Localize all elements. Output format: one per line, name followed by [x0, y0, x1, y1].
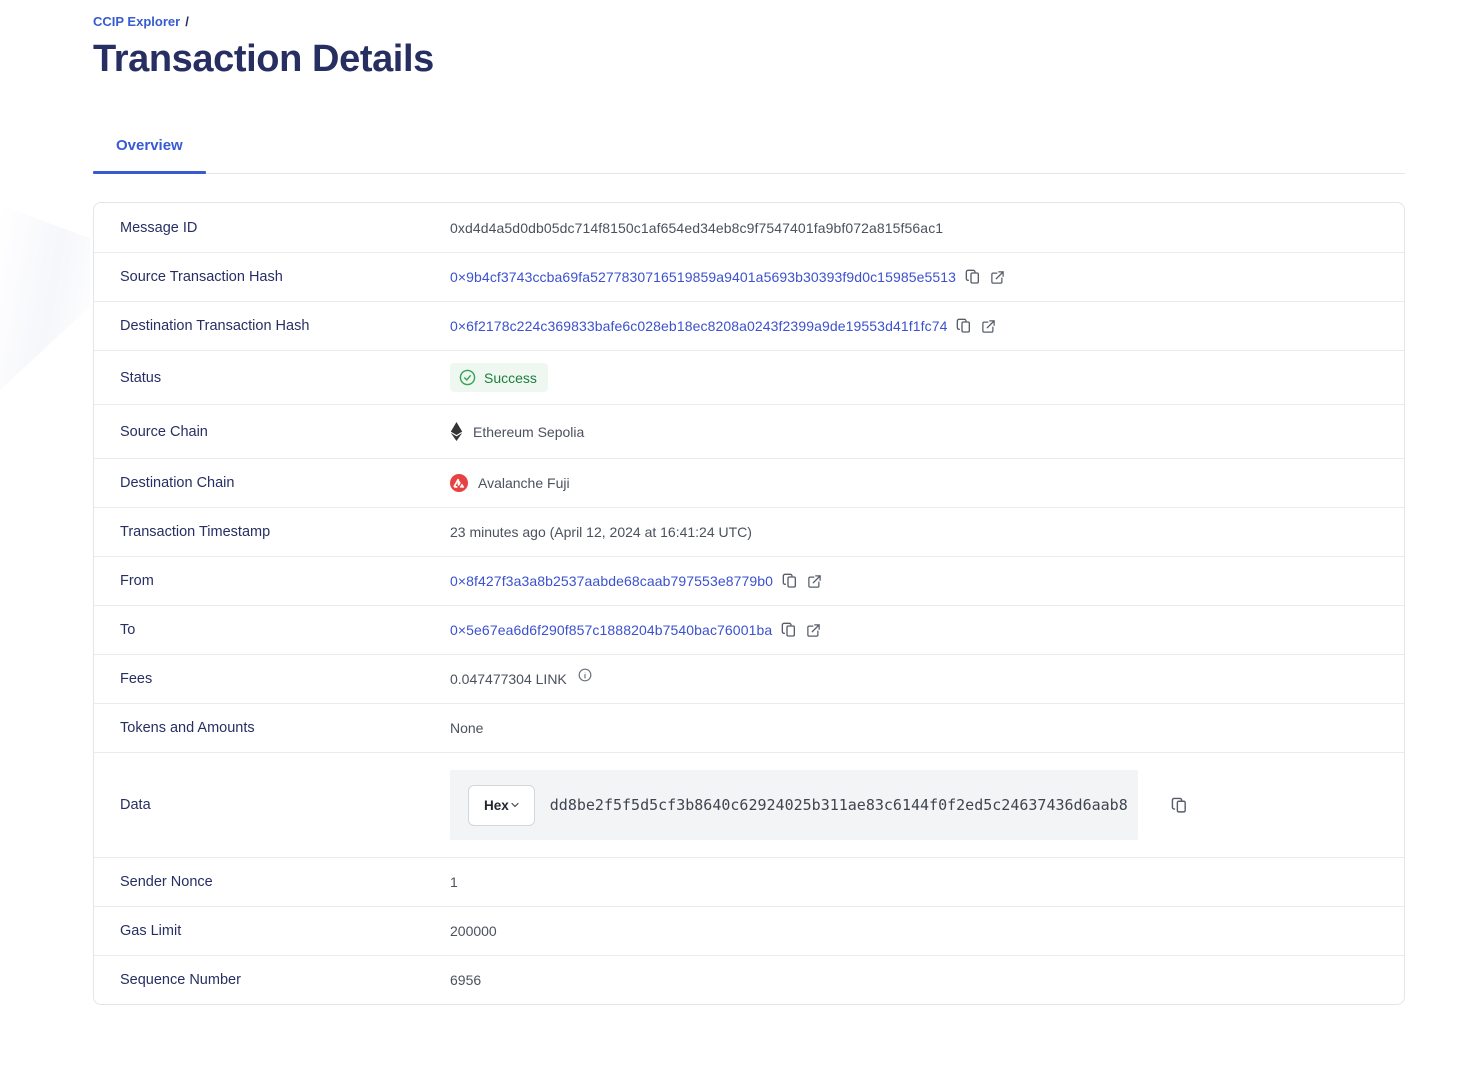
- active-tab-indicator: [93, 171, 206, 174]
- row-message-id: Message ID 0xd4d4a5d0db05dc714f8150c1af6…: [94, 203, 1404, 252]
- external-link-icon[interactable]: [990, 270, 1005, 285]
- sender-nonce-value: 1: [450, 874, 458, 890]
- row-label: Message ID: [120, 220, 450, 236]
- tokens-value: None: [450, 720, 483, 736]
- status-badge-label: Success: [484, 370, 537, 386]
- gas-limit-value: 200000: [450, 923, 497, 939]
- data-hex-box: Hex dd8be2f5f5d5cf3b8640c62924025b311ae8…: [450, 770, 1138, 840]
- timestamp-value: 23 minutes ago (April 12, 2024 at 16:41:…: [450, 524, 752, 540]
- message-id-value: 0xd4d4a5d0db05dc714f8150c1af654ed34eb8c9…: [450, 220, 943, 236]
- row-label: Source Chain: [120, 424, 450, 440]
- page-title: Transaction Details: [93, 37, 1405, 81]
- breadcrumb-link-ccip-explorer[interactable]: CCIP Explorer: [93, 14, 180, 29]
- copy-icon[interactable]: [956, 318, 972, 334]
- row-label: From: [120, 573, 450, 589]
- tab-bar: Overview: [93, 127, 1405, 174]
- external-link-icon[interactable]: [807, 574, 822, 589]
- info-icon[interactable]: [578, 668, 592, 682]
- copy-icon[interactable]: [781, 622, 797, 638]
- data-format-select[interactable]: Hex: [468, 785, 535, 826]
- row-label: Gas Limit: [120, 923, 450, 939]
- row-gas-limit: Gas Limit 200000: [94, 906, 1404, 955]
- page-container: CCIP Explorer / Transaction Details Overv…: [0, 0, 1470, 1065]
- row-label: Destination Chain: [120, 475, 450, 491]
- source-chain-name: Ethereum Sepolia: [473, 424, 584, 440]
- row-sequence-number: Sequence Number 6956: [94, 955, 1404, 1004]
- ethereum-icon: [450, 422, 463, 441]
- chevron-down-icon: [509, 799, 521, 811]
- row-dest-chain: Destination Chain Avalanche Fuji: [94, 458, 1404, 507]
- dest-chain-name: Avalanche Fuji: [478, 475, 570, 491]
- row-sender-nonce: Sender Nonce 1: [94, 857, 1404, 906]
- avalanche-icon: [450, 474, 468, 492]
- sequence-number-value: 6956: [450, 972, 481, 988]
- row-to: To 0×5e67ea6d6f290f857c1888204b7540bac76…: [94, 605, 1404, 654]
- external-link-icon[interactable]: [981, 319, 996, 334]
- row-label: Data: [120, 797, 450, 813]
- row-label: Tokens and Amounts: [120, 720, 450, 736]
- row-label: To: [120, 622, 450, 638]
- row-dest-tx-hash: Destination Transaction Hash 0×6f2178c22…: [94, 301, 1404, 350]
- to-address-link[interactable]: 0×5e67ea6d6f290f857c1888204b7540bac76001…: [450, 622, 772, 638]
- row-timestamp: Transaction Timestamp 23 minutes ago (Ap…: [94, 507, 1404, 556]
- row-label: Source Transaction Hash: [120, 269, 450, 285]
- copy-icon[interactable]: [1171, 797, 1188, 814]
- row-label: Status: [120, 370, 450, 386]
- from-address-link[interactable]: 0×8f427f3a3a8b2537aabde68caab797553e8779…: [450, 573, 773, 589]
- row-label: Transaction Timestamp: [120, 524, 450, 540]
- row-fees: Fees 0.047477304 LINK: [94, 654, 1404, 703]
- transaction-details-card: Message ID 0xd4d4a5d0db05dc714f8150c1af6…: [93, 202, 1405, 1005]
- source-tx-hash-link[interactable]: 0×9b4cf3743ccba69fa5277830716519859a9401…: [450, 269, 956, 285]
- breadcrumb: CCIP Explorer /: [93, 14, 1405, 30]
- check-circle-icon: [459, 369, 476, 386]
- row-data: Data Hex dd8be2f5f5d5cf3b8640c62924025b3…: [94, 752, 1404, 857]
- copy-icon[interactable]: [782, 573, 798, 589]
- row-label: Sender Nonce: [120, 874, 450, 890]
- data-format-selected: Hex: [484, 798, 509, 813]
- row-source-chain: Source Chain Ethereum Sepolia: [94, 404, 1404, 458]
- row-label: Sequence Number: [120, 972, 450, 988]
- tab-overview-label: Overview: [116, 137, 183, 154]
- copy-icon[interactable]: [965, 269, 981, 285]
- external-link-icon[interactable]: [806, 623, 821, 638]
- row-tokens: Tokens and Amounts None: [94, 703, 1404, 752]
- breadcrumb-separator: /: [185, 14, 189, 29]
- row-label: Destination Transaction Hash: [120, 318, 450, 334]
- row-from: From 0×8f427f3a3a8b2537aabde68caab797553…: [94, 556, 1404, 605]
- fees-value: 0.047477304 LINK: [450, 671, 567, 687]
- data-hex-value: dd8be2f5f5d5cf3b8640c62924025b311ae83c61…: [550, 796, 1128, 814]
- row-label: Fees: [120, 671, 450, 687]
- tab-overview[interactable]: Overview: [93, 127, 206, 173]
- status-badge: Success: [450, 363, 548, 392]
- dest-tx-hash-link[interactable]: 0×6f2178c224c369833bafe6c028eb18ec8208a0…: [450, 318, 947, 334]
- row-source-tx-hash: Source Transaction Hash 0×9b4cf3743ccba6…: [94, 252, 1404, 301]
- row-status: Status Success: [94, 350, 1404, 404]
